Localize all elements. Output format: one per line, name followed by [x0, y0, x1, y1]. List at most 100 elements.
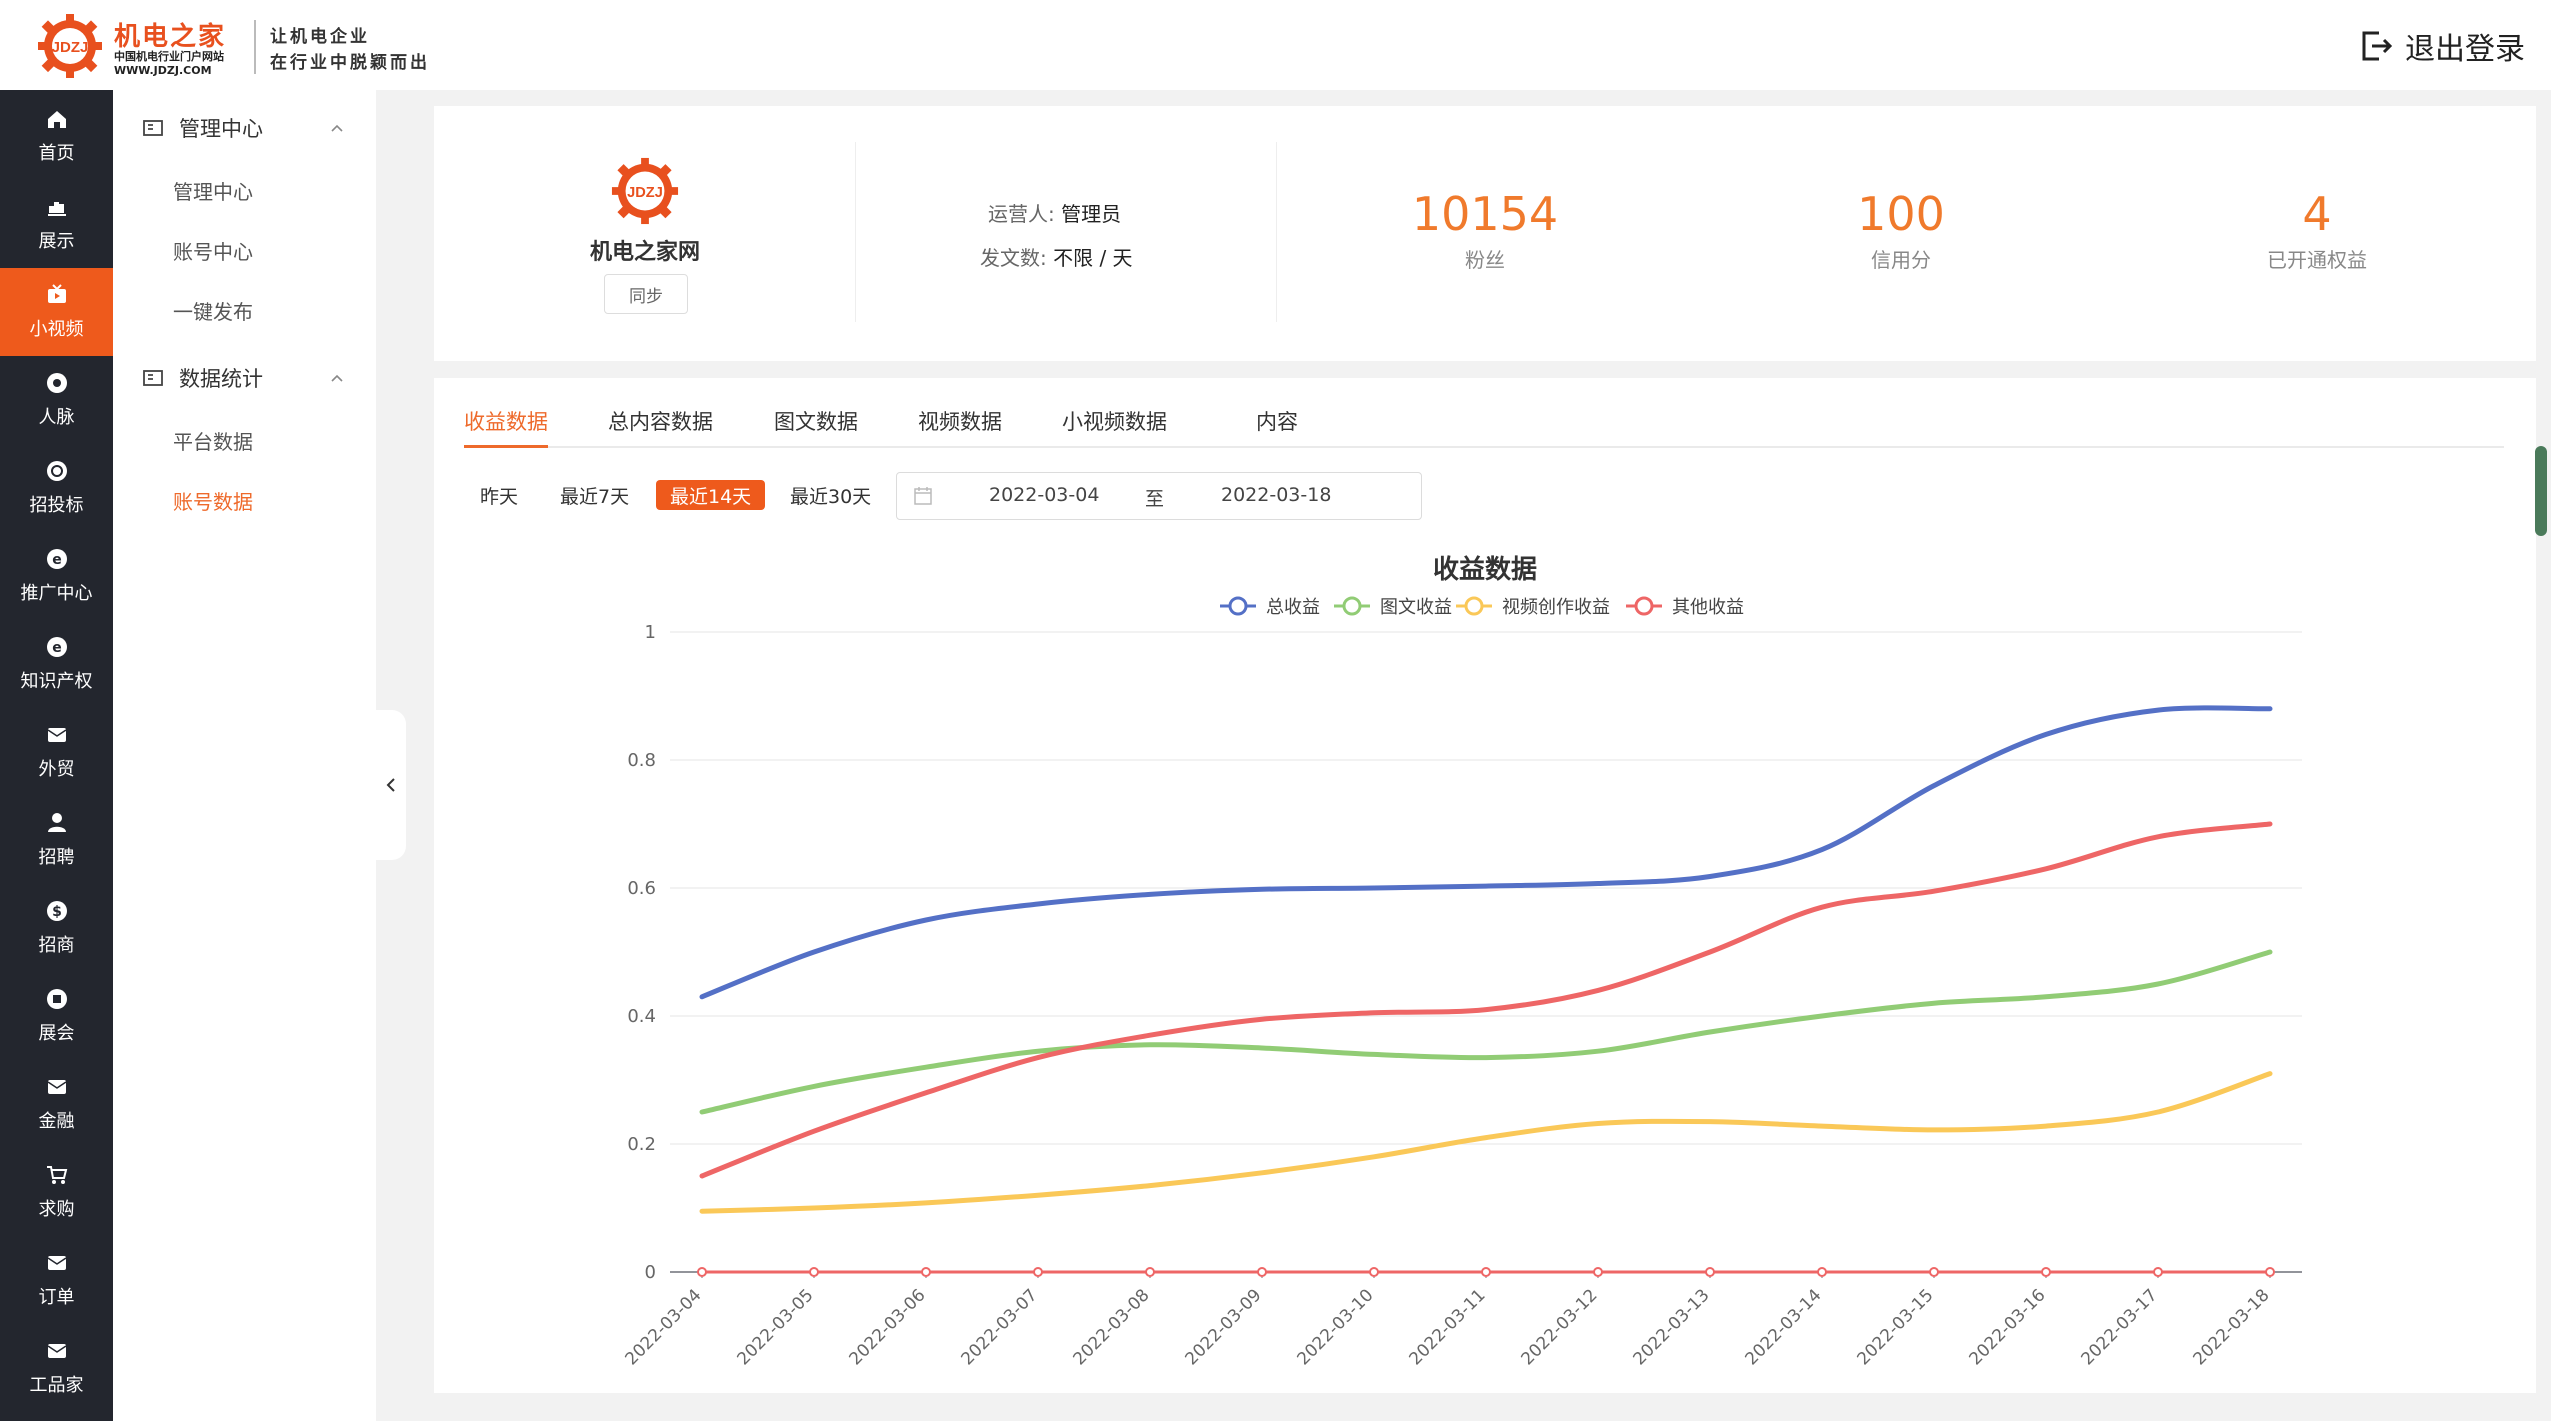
site-logo[interactable]: JDZJ 机电之家 中国机电行业门户网站 WWW.JDZJ.COM 让机电企业 …	[34, 14, 434, 78]
tab-revenue[interactable]: 收益数据	[464, 406, 548, 448]
account-logo-icon: JDZJ	[611, 157, 679, 225]
subnav-group-statistics[interactable]: 数据统计	[143, 358, 363, 398]
x-tick-label: 2022-03-09	[1182, 1285, 1266, 1369]
nav-item-bid[interactable]: 招投标	[0, 444, 113, 532]
subnav-item-management-center[interactable]: 管理中心	[173, 176, 253, 205]
divider	[1276, 142, 1277, 322]
x-tick-label: 2022-03-04	[622, 1285, 706, 1369]
data-point	[1481, 1267, 1491, 1277]
posts-label: 发文数:	[980, 246, 1047, 270]
finance-icon	[47, 1080, 66, 1094]
nav-item-mail[interactable]: 外贸	[0, 708, 113, 796]
stat-label: 信用分	[1871, 248, 1931, 272]
logo-slogan-line2: 在行业中脱颖而出	[270, 53, 430, 73]
nav-item-label: 推广中心	[20, 583, 93, 604]
stat-value: 100	[1857, 187, 1945, 241]
sub-nav: 管理中心 管理中心 账号中心 一键发布 数据统计 平台数据 账号数据	[113, 90, 376, 1421]
logo-subtitle: 中国机电行业门户网站	[114, 50, 224, 63]
sync-button[interactable]: 同步	[604, 274, 688, 314]
legend-marker	[1634, 596, 1654, 616]
data-point	[1929, 1267, 1939, 1277]
range-yesterday[interactable]: 昨天	[480, 480, 518, 510]
tab-total-content[interactable]: 总内容数据	[608, 406, 713, 448]
logo-divider	[254, 20, 256, 74]
x-tick-label: 2022-03-16	[1966, 1285, 2050, 1369]
series-line-0	[699, 705, 2273, 1000]
posts-value: 不限 / 天	[1053, 246, 1133, 270]
nav-item-label: 首页	[38, 143, 75, 164]
date-range-picker[interactable]: 2022-03-04 至 2022-03-18	[896, 472, 1422, 520]
tab-content[interactable]: 内容	[1256, 406, 1298, 448]
nav-item-video[interactable]: 小视频	[0, 268, 113, 356]
x-tick-label: 2022-03-15	[1854, 1285, 1938, 1369]
nav-item-shop[interactable]: 工品家	[0, 1324, 113, 1412]
nav-item-expo[interactable]: 展会	[0, 972, 113, 1060]
nav-item-user[interactable]: 招聘	[0, 796, 113, 884]
logout-icon	[2362, 31, 2393, 61]
order-icon	[47, 1256, 66, 1270]
data-point	[1817, 1267, 1827, 1277]
data-point	[1033, 1267, 1043, 1277]
panel-icon	[143, 370, 163, 386]
subnav-item-account-data[interactable]: 账号数据	[173, 486, 253, 515]
nav-item-label: 小视频	[29, 319, 84, 340]
main-nav: 首页 展示 小视频 人脉 招投标 e 推广中心 e 知识产权 外贸 招聘 $ 招商 展会 金融 求购 订单 工品家	[0, 90, 113, 1421]
nav-item-chart[interactable]: 展示	[0, 180, 113, 268]
nav-item-network[interactable]: 人脉	[0, 356, 113, 444]
range-7-days[interactable]: 最近7天	[560, 480, 629, 510]
legend-label: 其他收益	[1672, 597, 1744, 618]
scrollbar-thumb[interactable]	[2535, 446, 2547, 536]
nav-item-order[interactable]: 订单	[0, 1236, 113, 1324]
data-point	[1705, 1267, 1715, 1277]
divider	[855, 142, 856, 322]
nav-item-ip[interactable]: e 知识产权	[0, 620, 113, 708]
chart-title: 收益数据	[1433, 555, 1537, 585]
tab-article[interactable]: 图文数据	[774, 406, 858, 448]
nav-item-home[interactable]: 首页	[0, 92, 113, 180]
series-line-2	[699, 1071, 2273, 1214]
account-summary-card: JDZJ 机电之家网 同步 运营人: 管理员 发文数: 不限 / 天 10154…	[434, 106, 2536, 361]
stat-benefits: 4 已开通权益	[2167, 188, 2467, 273]
logout-button[interactable]: 退出登录	[2359, 26, 2525, 67]
range-14-days[interactable]: 最近14天	[656, 480, 766, 510]
legend-label: 总收益	[1266, 597, 1320, 618]
x-tick-label: 2022-03-17	[2078, 1285, 2162, 1369]
subnav-group-management[interactable]: 管理中心	[143, 108, 363, 148]
legend-label: 图文收益	[1380, 597, 1452, 618]
nav-item-promote[interactable]: e 推广中心	[0, 532, 113, 620]
x-tick-label: 2022-03-06	[846, 1285, 930, 1369]
stat-credit: 100 信用分	[1751, 188, 2051, 273]
ip-icon: e	[46, 637, 67, 657]
shop-icon	[47, 1344, 66, 1358]
x-tick-label: 2022-03-07	[958, 1285, 1042, 1369]
collapse-sidebar-button[interactable]	[376, 710, 406, 860]
chevron-up-icon	[331, 374, 343, 382]
y-tick-label: 0.4	[627, 1006, 656, 1027]
nav-item-finance[interactable]: 金融	[0, 1060, 113, 1148]
panel-icon	[143, 120, 163, 136]
subnav-item-account-center[interactable]: 账号中心	[173, 236, 253, 265]
tab-short-video[interactable]: 小视频数据	[1062, 406, 1167, 448]
logout-label: 退出登录	[2405, 32, 2525, 67]
tab-video[interactable]: 视频数据	[918, 406, 1002, 448]
start-date[interactable]: 2022-03-04	[989, 484, 1099, 506]
expo-icon	[46, 989, 67, 1009]
posts-row: 发文数: 不限 / 天	[980, 242, 1133, 271]
end-date[interactable]: 2022-03-18	[1221, 484, 1331, 506]
mail-icon	[47, 728, 66, 742]
operator-value: 管理员	[1061, 202, 1122, 226]
data-point	[1257, 1267, 1267, 1277]
dollar-icon: $	[46, 901, 67, 921]
data-point	[2153, 1267, 2163, 1277]
subnav-item-platform-data[interactable]: 平台数据	[173, 426, 253, 455]
data-point	[1593, 1267, 1603, 1277]
x-tick-label: 2022-03-08	[1070, 1285, 1154, 1369]
range-30-days[interactable]: 最近30天	[790, 480, 871, 510]
x-tick-label: 2022-03-13	[1630, 1285, 1714, 1369]
chevron-left-icon	[386, 778, 395, 792]
stat-label: 粉丝	[1465, 248, 1505, 272]
nav-item-dollar[interactable]: $ 招商	[0, 884, 113, 972]
nav-item-cart[interactable]: 求购	[0, 1148, 113, 1236]
subnav-item-one-click-publish[interactable]: 一键发布	[173, 296, 253, 325]
legend-marker	[1464, 596, 1484, 616]
